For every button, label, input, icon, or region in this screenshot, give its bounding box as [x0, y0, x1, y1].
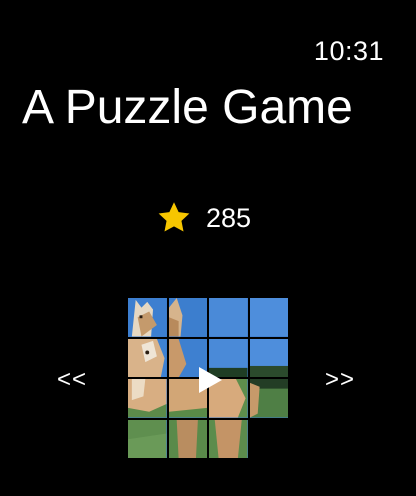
page-title: A Puzzle Game: [22, 81, 353, 134]
puzzle-tile[interactable]: [209, 419, 248, 458]
puzzle-tile[interactable]: [249, 338, 288, 377]
next-button[interactable]: >>: [325, 366, 355, 394]
puzzle-tile[interactable]: [249, 298, 288, 337]
score-value: 285: [206, 202, 252, 233]
puzzle-tile[interactable]: [128, 419, 167, 458]
puzzle-tile[interactable]: [249, 379, 288, 418]
puzzle-tile[interactable]: [128, 338, 167, 377]
play-icon[interactable]: [193, 364, 225, 396]
puzzle-tile[interactable]: [128, 379, 167, 418]
empty-tile[interactable]: [249, 419, 288, 458]
puzzle-tile[interactable]: [168, 419, 207, 458]
status-time: 10:31: [313, 36, 384, 66]
puzzle-tile[interactable]: [128, 298, 167, 337]
star-icon: [158, 202, 190, 232]
puzzle-tile[interactable]: [209, 298, 248, 337]
score-display: 285: [156, 200, 251, 236]
puzzle-tile[interactable]: [168, 298, 207, 337]
previous-button[interactable]: <<: [57, 366, 87, 394]
